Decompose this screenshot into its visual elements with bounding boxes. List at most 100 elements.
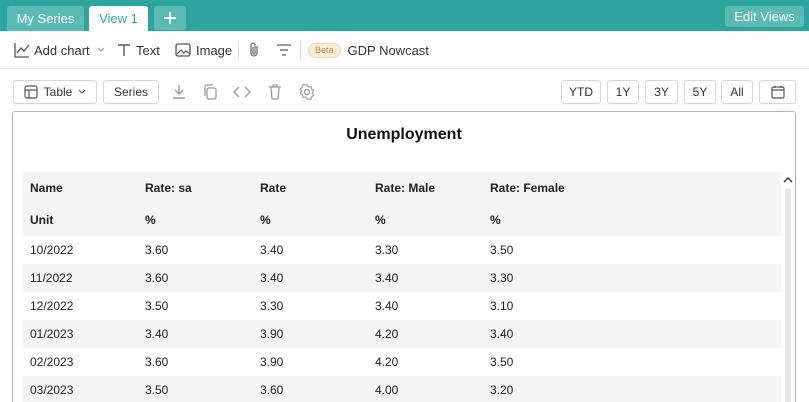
view-type-label: Table [43, 85, 73, 99]
plus-icon [164, 12, 176, 24]
column-header: Rate: Male [375, 181, 436, 195]
paperclip-icon [250, 42, 258, 57]
table-cell: 3.40 [260, 271, 284, 285]
series-button[interactable]: Series [103, 80, 159, 104]
table-cell: 4.00 [375, 383, 399, 397]
table-cell: 11/2022 [30, 271, 73, 285]
copy-icon [204, 84, 217, 100]
range-all-button[interactable]: All [721, 80, 753, 104]
table-row: 03/2023 3.50 3.60 4.00 3.20 [23, 376, 781, 402]
range-3y-button[interactable]: 3Y [645, 80, 678, 104]
table-cell: 3.50 [145, 383, 169, 397]
table-cell: 3.40 [375, 271, 399, 285]
column-header: Name [30, 181, 63, 195]
unit-cell: % [490, 213, 501, 227]
column-header: Rate [260, 181, 287, 195]
table-cell: 10/2022 [30, 243, 74, 257]
table-unit-row: Unit % % % % [23, 204, 781, 236]
table-icon [24, 85, 38, 99]
text-button[interactable]: Text [117, 31, 160, 69]
column-header: Rate: Female [490, 181, 565, 195]
date-range-button[interactable] [759, 80, 796, 104]
copy-button[interactable] [200, 82, 220, 102]
table-cell: 3.90 [260, 327, 284, 341]
table-header-row: Name Rate: sa Rate Rate: Male Rate: Fema… [23, 172, 781, 204]
table-cell: 01/2023 [30, 327, 74, 341]
table-cell: 3.40 [260, 243, 284, 257]
toolbar-divider [238, 41, 239, 59]
chevron-up-icon [783, 177, 793, 183]
add-chart-button[interactable]: Add chart [14, 31, 105, 69]
table-row: 10/2022 3.60 3.40 3.30 3.50 [23, 236, 781, 264]
table-cell: 3.30 [260, 299, 284, 313]
text-label: Text [136, 42, 160, 58]
range-1y-button[interactable]: 1Y [607, 80, 639, 104]
download-button[interactable] [169, 82, 189, 102]
table-cell: 3.60 [260, 383, 284, 397]
chevron-down-icon [97, 47, 105, 52]
gdp-nowcast-label: GDP Nowcast [347, 42, 429, 58]
range-5y-button[interactable]: 5Y [684, 80, 716, 104]
chart-panel: Unemployment Name Rate: sa Rate Rate: Ma… [12, 111, 796, 402]
table-cell: 3.60 [145, 271, 169, 285]
tab-my-series[interactable]: My Series [7, 6, 84, 31]
tab-bar: My Series View 1 Edit Views [0, 0, 809, 31]
view-type-select[interactable]: Table [13, 80, 97, 104]
table-cell: 3.50 [490, 243, 514, 257]
attach-button[interactable] [247, 31, 261, 69]
filter-icon [277, 44, 291, 56]
add-chart-label: Add chart [34, 42, 90, 58]
text-icon [118, 44, 130, 56]
column-header: Rate: sa [145, 181, 192, 195]
download-icon [173, 85, 185, 99]
unit-cell: Unit [30, 213, 54, 227]
table-cell: 4.20 [375, 327, 399, 341]
gdp-nowcast-button[interactable]: Beta GDP Nowcast [308, 31, 429, 69]
image-icon [175, 43, 191, 57]
table-cell: 12/2022 [30, 299, 74, 313]
image-label: Image [196, 42, 233, 58]
table-scrollbar[interactable] [783, 172, 793, 402]
table-cell: 3.40 [375, 299, 399, 313]
unit-cell: % [145, 213, 156, 227]
table-row: 02/2023 3.60 3.90 4.20 3.50 [23, 348, 781, 376]
scrollbar-track[interactable] [785, 188, 791, 402]
line-chart-icon [14, 43, 30, 58]
toolbar: Add chart Text Image Beta GDP Nowcast [0, 31, 809, 69]
unit-cell: % [260, 213, 271, 227]
panel-title: Unemployment [346, 126, 462, 143]
embed-button[interactable] [232, 82, 252, 102]
table-cell: 3.40 [145, 327, 169, 341]
table-cell: 3.50 [145, 299, 169, 313]
table-cell: 3.20 [490, 383, 514, 397]
table-row: 01/2023 3.40 3.90 4.20 3.40 [23, 320, 781, 348]
table-cell: 3.60 [145, 355, 169, 369]
table-cell: 4.20 [375, 355, 399, 369]
calendar-icon [770, 86, 785, 99]
settings-button[interactable] [297, 82, 317, 102]
table-cell: 3.40 [490, 327, 514, 341]
edit-views-button[interactable]: Edit Views [725, 6, 804, 27]
toolbar-divider [300, 41, 301, 59]
table-cell: 3.90 [260, 355, 284, 369]
table-cell: 03/2023 [30, 383, 74, 397]
beta-badge: Beta [308, 42, 341, 58]
table-row: 11/2022 3.60 3.40 3.40 3.30 [23, 264, 781, 292]
delete-button[interactable] [265, 82, 285, 102]
table-cell: 02/2023 [30, 355, 74, 369]
unit-cell: % [375, 213, 386, 227]
gear-icon [299, 84, 315, 100]
table-cell: 3.10 [490, 299, 514, 313]
data-table: Name Rate: sa Rate Rate: Male Rate: Fema… [23, 172, 781, 402]
add-view-button[interactable] [154, 6, 186, 30]
range-ytd-button[interactable]: YTD [561, 80, 601, 104]
table-row: 12/2022 3.50 3.30 3.40 3.10 [23, 292, 781, 320]
tab-view-1[interactable]: View 1 [89, 6, 148, 31]
table-cell: 3.30 [375, 243, 399, 257]
chevron-down-icon [78, 89, 86, 94]
filter-button[interactable] [276, 31, 292, 69]
trash-icon [269, 84, 281, 100]
image-button[interactable]: Image [175, 31, 232, 69]
table-cell: 3.60 [145, 243, 169, 257]
table-cell: 3.50 [490, 355, 514, 369]
